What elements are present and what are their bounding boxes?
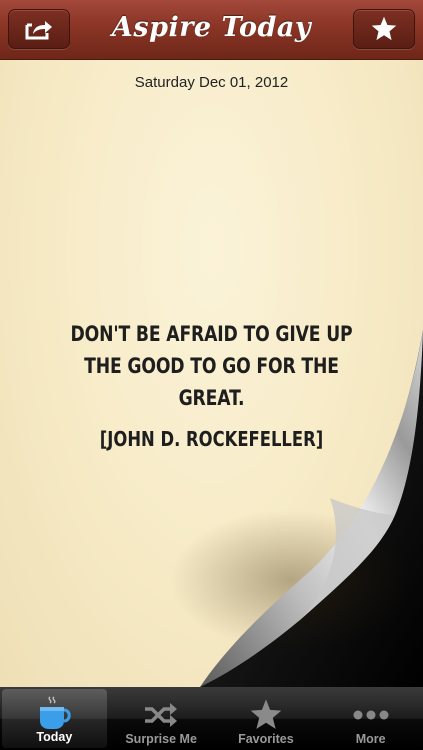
tab-label: Surprise Me [125, 732, 197, 746]
star-icon [371, 16, 397, 41]
share-icon [25, 21, 52, 40]
tab-label: More [355, 732, 386, 746]
tab-label: Today [36, 730, 73, 744]
tab-more[interactable]: More [318, 687, 423, 750]
coffee-cup-icon [40, 696, 72, 729]
favorite-button[interactable] [353, 9, 415, 49]
page-curl[interactable] [0, 60, 423, 687]
more-dots-icon [353, 710, 389, 720]
app-title: Aspire Today [111, 12, 312, 43]
navigation-bar: Aspire Today [0, 0, 423, 60]
star-icon [250, 699, 282, 729]
share-button[interactable] [8, 9, 70, 49]
tab-today[interactable]: Today [2, 689, 107, 748]
tab-label: Favorites [238, 732, 294, 746]
quote-paper: Saturday Dec 01, 2012 DON'T BE AFRAID TO… [0, 60, 423, 687]
tab-bar: Today Surprise Me Favorites More [0, 687, 423, 750]
tab-surprise-me[interactable]: Surprise Me [109, 687, 214, 750]
shuffle-icon [145, 703, 178, 727]
tab-favorites[interactable]: Favorites [214, 687, 319, 750]
